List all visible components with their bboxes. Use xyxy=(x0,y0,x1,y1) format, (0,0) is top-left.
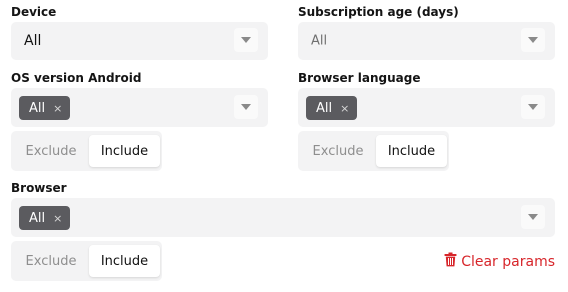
close-icon[interactable]: × xyxy=(53,212,62,225)
browser-language-label: Browser language xyxy=(298,71,421,85)
browser-select[interactable]: All × xyxy=(11,198,555,237)
close-icon[interactable]: × xyxy=(340,102,349,115)
device-value: All xyxy=(24,33,42,49)
chevron-down-icon[interactable] xyxy=(234,95,258,119)
os-version-exclude-option[interactable]: Exclude xyxy=(15,135,87,167)
browser-language-chip-label: All xyxy=(316,100,333,116)
chevron-down-icon[interactable] xyxy=(521,95,545,119)
browser-language-mode-toggle: Exclude Include xyxy=(298,131,449,171)
browser-chip[interactable]: All × xyxy=(19,206,71,230)
browser-include-option[interactable]: Include xyxy=(89,245,160,277)
browser-language-exclude-option[interactable]: Exclude xyxy=(302,135,374,167)
chevron-down-icon[interactable] xyxy=(521,205,545,229)
clear-params-button[interactable]: Clear params xyxy=(444,252,555,271)
browser-exclude-option[interactable]: Exclude xyxy=(15,245,87,277)
os-version-include-option[interactable]: Include xyxy=(89,135,160,167)
browser-language-select[interactable]: All × xyxy=(298,88,555,127)
clear-params-label: Clear params xyxy=(461,253,555,270)
chevron-down-icon[interactable] xyxy=(234,28,258,52)
browser-language-chip[interactable]: All × xyxy=(306,96,358,120)
device-label: Device xyxy=(11,5,57,19)
device-select[interactable]: All xyxy=(11,22,268,60)
os-version-mode-toggle: Exclude Include xyxy=(11,131,162,171)
close-icon[interactable]: × xyxy=(53,102,62,115)
trash-icon xyxy=(444,252,457,271)
os-version-chip[interactable]: All × xyxy=(19,96,71,120)
subscription-age-select[interactable]: All xyxy=(298,22,555,60)
chevron-down-icon[interactable] xyxy=(521,28,545,52)
browser-mode-toggle: Exclude Include xyxy=(11,241,162,281)
os-version-label: OS version Android xyxy=(11,71,142,85)
subscription-age-placeholder: All xyxy=(311,33,328,49)
os-version-chip-label: All xyxy=(29,100,46,116)
subscription-age-label: Subscription age (days) xyxy=(298,5,459,19)
browser-chip-label: All xyxy=(29,210,46,226)
os-version-select[interactable]: All × xyxy=(11,88,268,127)
browser-label: Browser xyxy=(11,181,67,195)
browser-language-include-option[interactable]: Include xyxy=(376,135,447,167)
